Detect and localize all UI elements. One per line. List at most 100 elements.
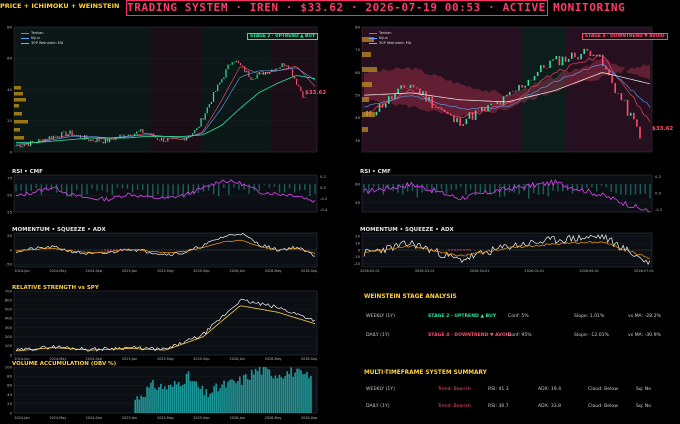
candle (167, 138, 169, 142)
legend-kijun: Kijun (379, 36, 388, 40)
volume-profile-bar (14, 98, 26, 102)
candle (135, 131, 138, 134)
candle (237, 60, 240, 63)
cmf-bar (465, 184, 467, 195)
cmf-bar (591, 184, 593, 188)
mom-left-label: MOMENTUM • SQUEEZE • ADX (12, 227, 106, 233)
candle (113, 139, 115, 141)
candle (283, 63, 285, 67)
cmf-bar (615, 184, 617, 194)
sq-cell: Sq: No (636, 387, 652, 392)
obv-bar (150, 382, 152, 413)
y-tick-label: 60 (7, 56, 12, 61)
x-tick-label: 2026-Sep (301, 416, 317, 420)
squeeze-dot (454, 249, 456, 251)
cmf-bar (542, 184, 545, 195)
panel-rl (13, 174, 318, 213)
candle (225, 69, 227, 78)
obv-bar (300, 370, 302, 413)
cmf-bar (649, 184, 651, 199)
candle (250, 77, 252, 80)
cmf-bar (309, 184, 311, 197)
cmf-bar (157, 184, 159, 195)
x-tick-label: 2026-04-01 (470, 269, 490, 273)
cmf-bar (537, 184, 540, 195)
squeeze-dot (457, 249, 459, 251)
candle (285, 65, 287, 67)
volume-profile-bar (14, 104, 19, 108)
candle (555, 56, 558, 60)
cmf-bar (182, 184, 184, 196)
volume-profile-bar (14, 128, 20, 132)
obv-bar (142, 396, 144, 413)
candle (154, 136, 156, 138)
candle (527, 79, 530, 86)
mtf-title: MULTI-TIMEFRAME SYSTEM SUMMARY (364, 370, 487, 376)
x-tick-label: 2026-Jan (230, 416, 245, 420)
candle (487, 105, 489, 112)
sq-cell: Sq: No (636, 404, 652, 409)
obv-bar (225, 387, 227, 413)
y2-tick-label: -0.2 (320, 196, 328, 201)
obv-bar (292, 376, 294, 413)
obv-bar (264, 367, 267, 413)
squeeze-dot (107, 249, 109, 251)
x-tick-label: 2026-Jan (230, 269, 245, 273)
candle (21, 146, 23, 148)
cmf-bar (421, 184, 423, 193)
candle (254, 78, 256, 80)
obv-bar (298, 368, 300, 413)
price-tag-left: $33.62 (305, 90, 327, 96)
candle (206, 107, 208, 114)
obv-bar (171, 386, 174, 413)
x-tick-label: 2025-Jan (122, 416, 137, 420)
cmf-bar (76, 184, 78, 191)
obv-bar (274, 375, 277, 413)
obv-bar (250, 369, 253, 413)
cmf-bar (111, 184, 113, 196)
candle (165, 141, 167, 143)
y-tick-label: 25 (7, 209, 12, 214)
cmf-bar (528, 184, 530, 199)
cmf-bar (288, 184, 291, 189)
cmf-bar (91, 184, 93, 189)
candle (415, 87, 418, 89)
candle (296, 78, 298, 85)
candle (592, 54, 595, 57)
cmf-bar (508, 184, 511, 193)
cmf-bar (372, 184, 375, 187)
candle (231, 62, 233, 65)
obv-bar (256, 371, 259, 413)
candle (636, 119, 638, 127)
legend-ma: 30P Weinstein MA (379, 41, 412, 45)
obv-bar (221, 384, 223, 413)
candle (69, 130, 71, 134)
obv-bar (282, 378, 285, 413)
x-tick-label: 2025-Jan (122, 269, 137, 273)
y2-tick-label: 0.2 (655, 174, 662, 179)
candle (456, 118, 458, 123)
candle (32, 140, 34, 143)
vsma-cell: vs MA: -28.2% (628, 314, 661, 319)
volume-profile-bar (14, 92, 23, 96)
candle (196, 128, 198, 131)
candle (192, 133, 194, 136)
candle (375, 111, 378, 116)
regime-band (565, 27, 652, 152)
obv-bar (175, 384, 178, 413)
rsi-right-label: RSI • CMF (360, 169, 391, 175)
cmf-bar (55, 184, 58, 193)
cmf-bar (15, 184, 17, 192)
candle (210, 101, 213, 105)
tf-cell: WEEKLY (1Y) (366, 314, 395, 319)
cmf-bar (202, 184, 205, 192)
x-tick-label: 2026-07-01 (634, 269, 654, 273)
candle (589, 50, 592, 57)
obv-bar (278, 374, 281, 413)
obv-bar (162, 389, 164, 413)
x-tick-label: 2026-06-01 (579, 269, 599, 273)
candle (394, 93, 396, 100)
candle (626, 99, 629, 116)
legend-left: Tenkan Kijun 30P Weinstein MA (21, 31, 63, 46)
cmf-bar (484, 184, 486, 192)
